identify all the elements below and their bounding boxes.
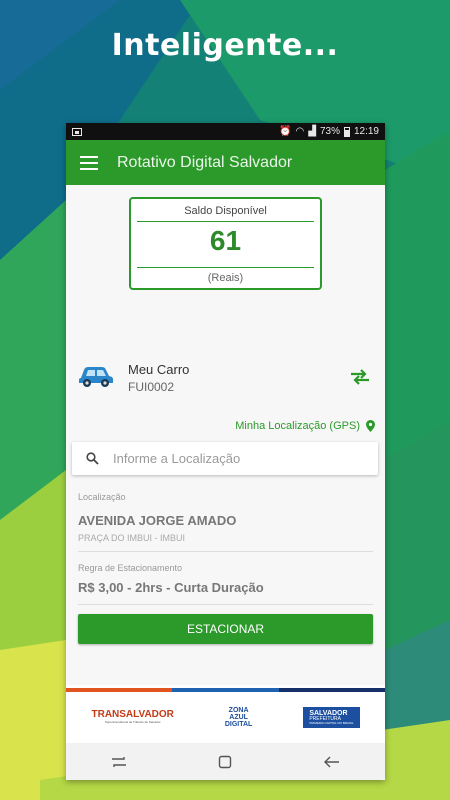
main-content: Saldo Disponível 61 (Reais) Meu Carro FU… [66,185,385,685]
gps-label: Minha Localização (GPS) [235,420,360,432]
clock: 12:19 [353,126,379,137]
location-search-input[interactable] [113,451,353,466]
back-icon[interactable] [322,754,342,770]
location-search-box[interactable] [72,442,378,475]
image-notification-icon [72,127,82,136]
prefeitura-salvador-logo: SALVADOR PREFEITURA PRIMEIRA CAPITAL DO … [303,706,360,728]
divider [78,604,373,605]
balance-divider-top [137,221,314,222]
battery-percent: 73% [319,126,340,137]
location-label: Localização [78,492,126,502]
car-icon [79,367,113,387]
promo-headline: Inteligente... [111,28,339,63]
vehicle-plate: FUI0002 [128,380,175,394]
status-bar: ⏰ ◠ ▟ 73% 12:19 [66,123,385,140]
rule-label: Regra de Estacionamento [78,563,183,573]
balance-card: Saldo Disponível 61 (Reais) [129,197,322,290]
color-stripe [66,688,385,692]
phone-screen: ⏰ ◠ ▟ 73% 12:19 Rotativo Digital Salvado… [66,123,385,780]
location-pin-icon [366,420,375,432]
app-title: Rotativo Digital Salvador [117,153,293,171]
balance-divider-bottom [137,267,314,268]
menu-icon[interactable] [80,155,98,170]
swap-vehicle-icon[interactable] [349,368,371,386]
wifi-icon: ◠ [295,126,305,137]
rule-value: R$ 3,00 - 2hrs - Curta Duração [78,580,264,595]
recent-apps-icon[interactable] [109,754,129,770]
divider [78,551,373,552]
transalvador-logo: TRANSALVADOR Superintendência de Trânsit… [91,709,174,724]
balance-label: Saldo Disponível [184,205,267,217]
alarm-icon: ⏰ [279,126,292,137]
home-icon[interactable] [215,754,235,770]
app-bar: Rotativo Digital Salvador [66,140,385,185]
location-street: AVENIDA JORGE AMADO [78,513,237,528]
gps-location-link[interactable]: Minha Localização (GPS) [235,420,375,432]
zona-azul-digital-logo: ZONA AZUL DIGITAL [224,706,253,728]
sponsor-footer: TRANSALVADOR Superintendência de Trânsit… [66,688,385,743]
balance-unit: (Reais) [207,272,244,284]
search-icon [86,452,99,465]
vehicle-row[interactable]: Meu Carro FUI0002 [78,360,374,400]
park-button[interactable]: ESTACIONAR [78,614,373,644]
location-neighborhood: PRAÇA DO IMBUI - IMBUI [78,533,186,543]
battery-icon [343,126,350,137]
vehicle-name: Meu Carro [128,362,190,377]
android-nav-bar [66,743,385,780]
signal-icon: ▟ [308,126,316,137]
balance-value: 61 [209,225,242,256]
